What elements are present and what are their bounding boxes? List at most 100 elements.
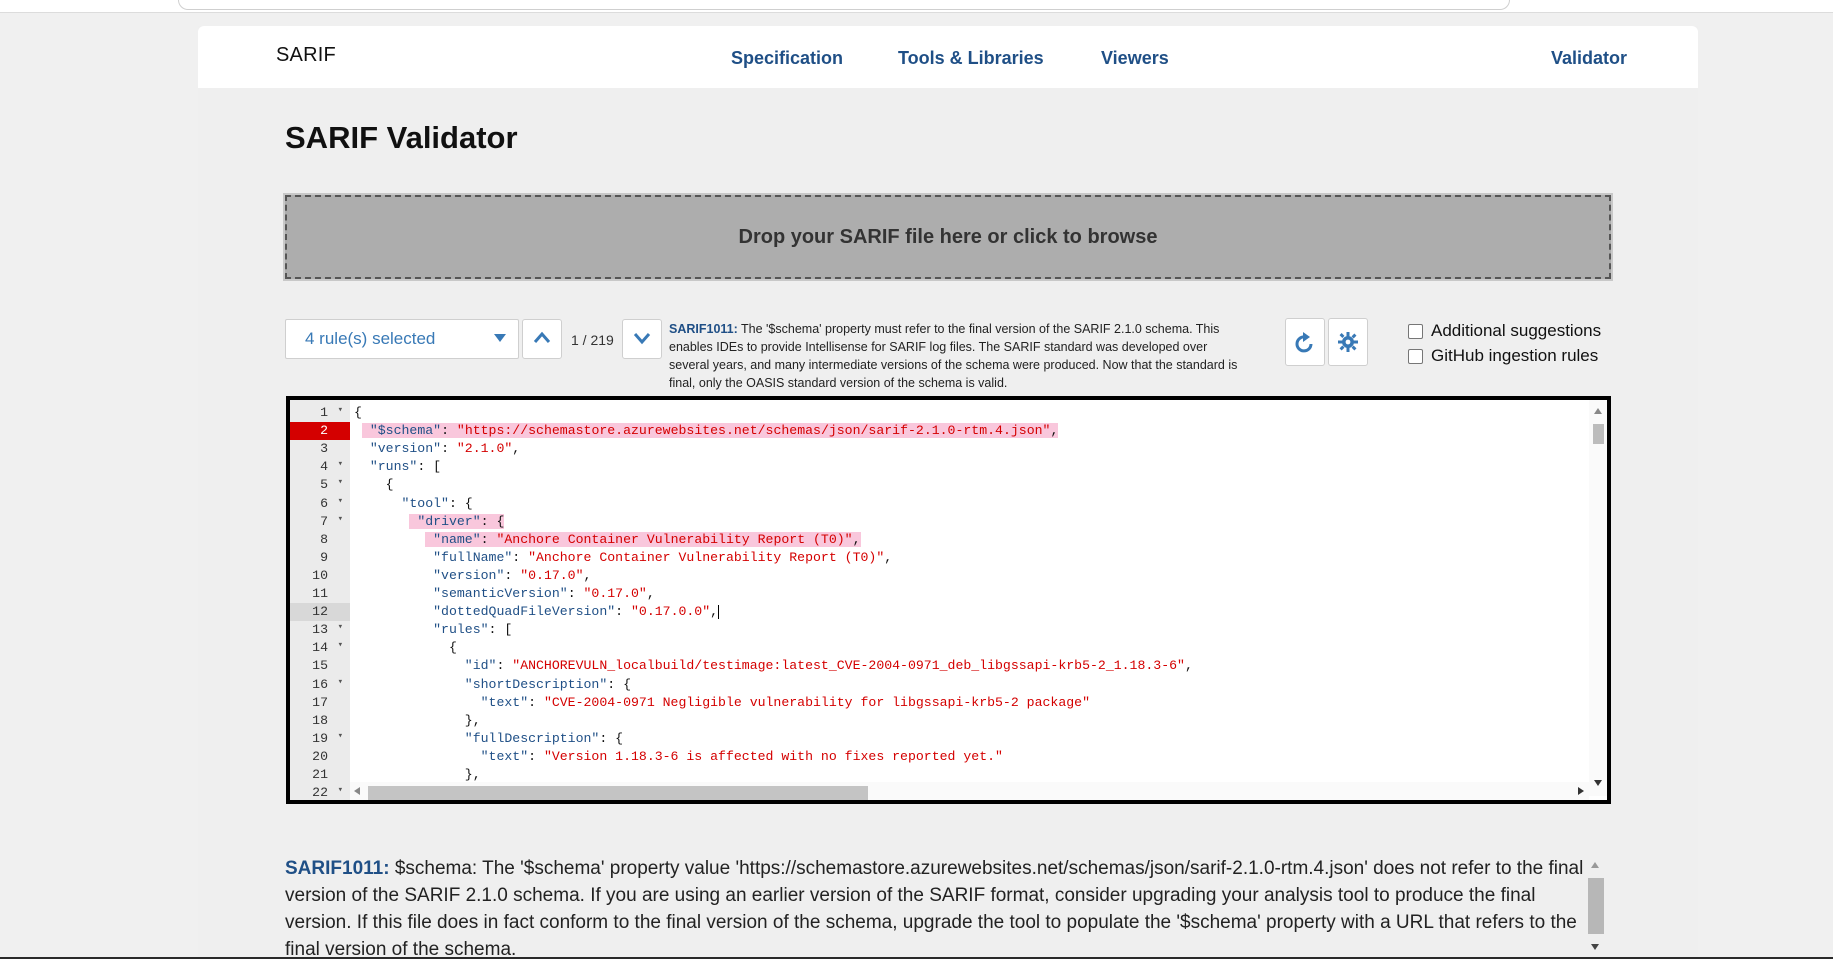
additional-suggestions-checkbox[interactable] bbox=[1408, 323, 1423, 339]
scroll-right-arrow-icon[interactable] bbox=[1578, 787, 1584, 795]
line-number: 5 ▾ bbox=[290, 476, 350, 494]
line-number: 21 bbox=[290, 766, 350, 784]
fold-arrow-icon[interactable]: ▾ bbox=[338, 405, 343, 415]
line-number-text: 16 bbox=[312, 676, 328, 692]
line-number-text: 11 bbox=[312, 586, 328, 601]
github-ingestion-label: GitHub ingestion rules bbox=[1431, 346, 1599, 365]
editor-vscroll-thumb[interactable] bbox=[1593, 424, 1604, 444]
line-number-text: 17 bbox=[312, 694, 328, 710]
code-line[interactable]: "rules": [ bbox=[354, 621, 512, 639]
code-line[interactable]: "id": "ANCHOREVULN_localbuild/testimage:… bbox=[354, 657, 1193, 675]
code-line[interactable]: "driver": { bbox=[354, 513, 505, 531]
previous-result-button[interactable] bbox=[522, 319, 562, 359]
code-line[interactable]: }, bbox=[354, 712, 481, 730]
line-number: 17 bbox=[290, 694, 350, 712]
code-line[interactable]: "runs": [ bbox=[354, 458, 441, 476]
address-bar[interactable] bbox=[178, 0, 1510, 10]
line-number: 4 ▾ bbox=[290, 458, 350, 476]
code-line[interactable]: "name": "Anchore Container Vulnerability… bbox=[354, 531, 861, 549]
rule-select-dropdown[interactable]: 4 rule(s) selected bbox=[285, 319, 519, 359]
fold-arrow-icon[interactable]: ▾ bbox=[338, 622, 343, 632]
top-navbar: SARIF Specification Tools & Libraries Vi… bbox=[198, 26, 1698, 88]
line-number: 22 ▾ bbox=[290, 784, 350, 801]
nav-viewers[interactable]: Viewers bbox=[1101, 48, 1169, 69]
editor-vertical-scrollbar[interactable] bbox=[1589, 400, 1607, 796]
github-ingestion-option[interactable]: GitHub ingestion rules bbox=[1408, 346, 1598, 366]
dropzone-label: Drop your SARIF file here or click to br… bbox=[738, 225, 1158, 248]
fold-arrow-icon[interactable]: ▾ bbox=[338, 785, 343, 795]
line-number: 14 ▾ bbox=[290, 639, 350, 657]
detail-scroll-down-icon[interactable] bbox=[1591, 944, 1599, 950]
json-code-editor[interactable]: 1 ▾ 2 3 4 ▾ 5 ▾ 6 ▾ 7 ▾ 8 9 10 11 12 13 ▾ 14 ▾ 15 16 ▾ 17 18 19 ▾ 20… bbox=[286, 396, 1611, 804]
rule-select-label: 4 rule(s) selected bbox=[305, 329, 436, 348]
line-number: 20 bbox=[290, 748, 350, 766]
fold-arrow-icon[interactable]: ▾ bbox=[338, 477, 343, 487]
line-number: 2 bbox=[290, 422, 350, 441]
line-number: 13 ▾ bbox=[290, 621, 350, 639]
line-number-text: 6 bbox=[320, 495, 328, 511]
scroll-down-arrow-icon[interactable] bbox=[1594, 780, 1602, 786]
rule-id: SARIF1011: bbox=[669, 322, 738, 336]
nav-validator[interactable]: Validator bbox=[1551, 48, 1627, 69]
code-line[interactable]: "text": "Version 1.18.3-6 is affected wi… bbox=[354, 748, 1003, 766]
detail-scroll-thumb[interactable] bbox=[1588, 878, 1604, 934]
code-line[interactable]: "tool": { bbox=[354, 495, 472, 513]
line-number-text: 22 bbox=[312, 785, 328, 801]
code-line[interactable]: "shortDescription": { bbox=[354, 676, 631, 694]
line-number: 15 bbox=[290, 657, 350, 675]
detail-scrollbar[interactable] bbox=[1587, 860, 1604, 956]
detail-rule-id: SARIF1011: bbox=[285, 858, 390, 879]
rule-message-text: The '$schema' property must refer to the… bbox=[669, 322, 1238, 390]
line-number: 8 bbox=[290, 531, 350, 549]
line-number-text: 14 bbox=[312, 640, 328, 656]
code-line[interactable]: "text": "CVE-2004-0971 Negligible vulner… bbox=[354, 694, 1090, 712]
code-line[interactable]: { bbox=[354, 476, 394, 494]
scroll-up-arrow-icon[interactable] bbox=[1594, 408, 1602, 414]
rule-message-summary: SARIF1011: The '$schema' property must r… bbox=[669, 320, 1239, 392]
line-number-text: 2 bbox=[320, 423, 328, 439]
code-line[interactable]: "$schema": "https://schemastore.azureweb… bbox=[354, 422, 1059, 440]
line-number-text: 13 bbox=[312, 622, 328, 638]
line-number: 1 ▾ bbox=[290, 404, 350, 422]
refresh-icon bbox=[1295, 332, 1313, 353]
line-number-text: 15 bbox=[312, 658, 328, 674]
code-line[interactable]: { bbox=[354, 639, 457, 657]
fold-arrow-icon[interactable]: ▾ bbox=[338, 459, 343, 469]
nav-specification[interactable]: Specification bbox=[731, 48, 843, 69]
code-line[interactable]: "semanticVersion": "0.17.0", bbox=[354, 585, 655, 603]
scroll-left-arrow-icon[interactable] bbox=[354, 787, 360, 795]
line-number-text: 19 bbox=[312, 730, 328, 746]
code-line[interactable]: "version": "0.17.0", bbox=[354, 567, 591, 585]
chevron-down-icon bbox=[494, 334, 506, 342]
line-number-text: 23 bbox=[312, 803, 328, 804]
code-line[interactable]: "fullName": "Anchore Container Vulnerabi… bbox=[354, 549, 892, 567]
line-number-text: 12 bbox=[312, 604, 328, 620]
code-line[interactable]: "fullDescription": { bbox=[354, 730, 623, 748]
nav-tools-libraries[interactable]: Tools & Libraries bbox=[898, 48, 1044, 69]
line-number: 18 bbox=[290, 712, 350, 730]
github-ingestion-checkbox[interactable] bbox=[1408, 348, 1423, 364]
brand-logo[interactable]: SARIF bbox=[276, 44, 336, 67]
line-number-text: 4 bbox=[320, 459, 328, 475]
detail-scroll-up-icon[interactable] bbox=[1591, 862, 1599, 868]
code-line[interactable]: "dottedQuadFileVersion": "0.17.0.0", bbox=[354, 603, 720, 621]
fold-arrow-icon[interactable]: ▾ bbox=[338, 514, 343, 524]
reset-button[interactable] bbox=[1285, 318, 1325, 366]
line-number-text: 21 bbox=[312, 767, 328, 782]
settings-button[interactable] bbox=[1328, 318, 1368, 366]
code-line[interactable]: { bbox=[354, 404, 362, 422]
fold-arrow-icon[interactable]: ▾ bbox=[338, 496, 343, 506]
fold-arrow-icon[interactable]: ▾ bbox=[338, 731, 343, 741]
editor-hscroll-thumb[interactable] bbox=[368, 786, 868, 800]
next-result-button[interactable] bbox=[622, 319, 662, 359]
page-container: SARIF Specification Tools & Libraries Vi… bbox=[198, 26, 1698, 959]
page-title: SARIF Validator bbox=[285, 120, 518, 155]
fold-arrow-icon[interactable]: ▾ bbox=[338, 640, 343, 650]
fold-arrow-icon[interactable]: ▾ bbox=[338, 677, 343, 687]
file-dropzone[interactable]: Drop your SARIF file here or click to br… bbox=[285, 195, 1611, 279]
editor-horizontal-scrollbar[interactable] bbox=[350, 782, 1589, 800]
additional-suggestions-option[interactable]: Additional suggestions bbox=[1408, 321, 1601, 341]
line-number: 6 ▾ bbox=[290, 495, 350, 513]
result-counter: 1 / 219 bbox=[571, 332, 614, 348]
code-line[interactable]: "version": "2.1.0", bbox=[354, 440, 520, 458]
